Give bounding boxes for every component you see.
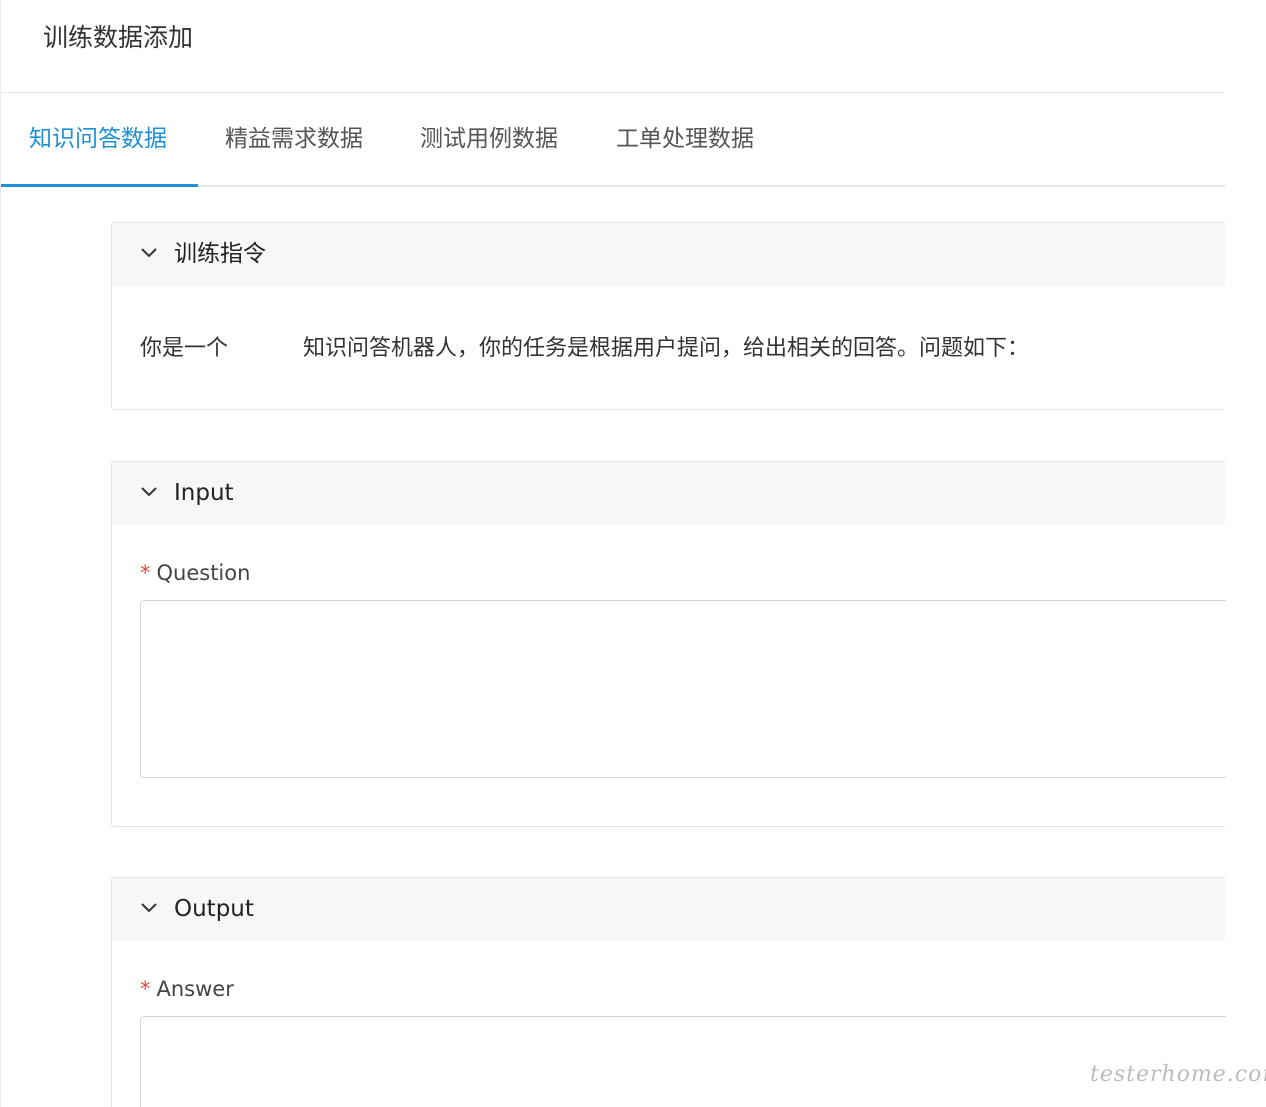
tab-knowledge-qa[interactable]: 知识问答数据 <box>29 93 167 185</box>
tab-lean-requirements[interactable]: 精益需求数据 <box>225 93 363 185</box>
required-marker: * <box>140 977 151 1001</box>
tab-bar: 知识问答数据 精益需求数据 测试用例数据 工单处理数据 <box>1 93 1225 187</box>
instruction-panel: 训练指令 你是一个 知识问答机器人，你的任务是根据用户提问，给出相关的回答。问题如… <box>111 222 1225 410</box>
tab-test-cases[interactable]: 测试用例数据 <box>420 93 558 185</box>
main-content: 训练数据添加 知识问答数据 精益需求数据 测试用例数据 工单处理数据 训练指令 … <box>0 0 1226 1107</box>
question-label: * Question <box>140 558 250 588</box>
question-textarea[interactable] <box>140 600 1226 778</box>
chevron-down-icon[interactable] <box>139 242 159 262</box>
input-panel: Input * Question <box>111 461 1226 827</box>
instruction-panel-title: 训练指令 <box>174 241 266 267</box>
input-panel-header[interactable]: Input <box>112 462 1225 525</box>
answer-label: * Answer <box>140 974 234 1004</box>
page-title: 训练数据添加 <box>43 23 194 52</box>
input-panel-title: Input <box>174 480 234 506</box>
output-panel: Output * Answer <box>111 877 1226 1107</box>
output-panel-title: Output <box>174 896 254 922</box>
redaction-patch <box>228 327 304 367</box>
watermark: testerhome.com <box>1090 1062 1266 1087</box>
tab-work-orders[interactable]: 工单处理数据 <box>616 93 754 185</box>
question-label-text: Question <box>156 561 251 585</box>
active-tab-indicator <box>1 184 198 187</box>
required-marker: * <box>140 561 151 585</box>
instruction-panel-header[interactable]: 训练指令 <box>112 223 1225 286</box>
answer-textarea[interactable] <box>140 1016 1226 1107</box>
page: 训练数据添加 知识问答数据 精益需求数据 测试用例数据 工单处理数据 训练指令 … <box>0 0 1266 1107</box>
chevron-down-icon[interactable] <box>139 897 159 917</box>
output-panel-header[interactable]: Output <box>112 878 1225 941</box>
chevron-down-icon[interactable] <box>139 481 159 501</box>
answer-label-text: Answer <box>156 977 234 1001</box>
instruction-text-before: 你是一个 <box>140 336 229 361</box>
instruction-text-after: 知识问答机器人，你的任务是根据用户提问，给出相关的回答。问题如下： <box>303 336 1030 361</box>
instruction-text: 你是一个 知识问答机器人，你的任务是根据用户提问，给出相关的回答。问题如下： <box>140 327 1030 369</box>
